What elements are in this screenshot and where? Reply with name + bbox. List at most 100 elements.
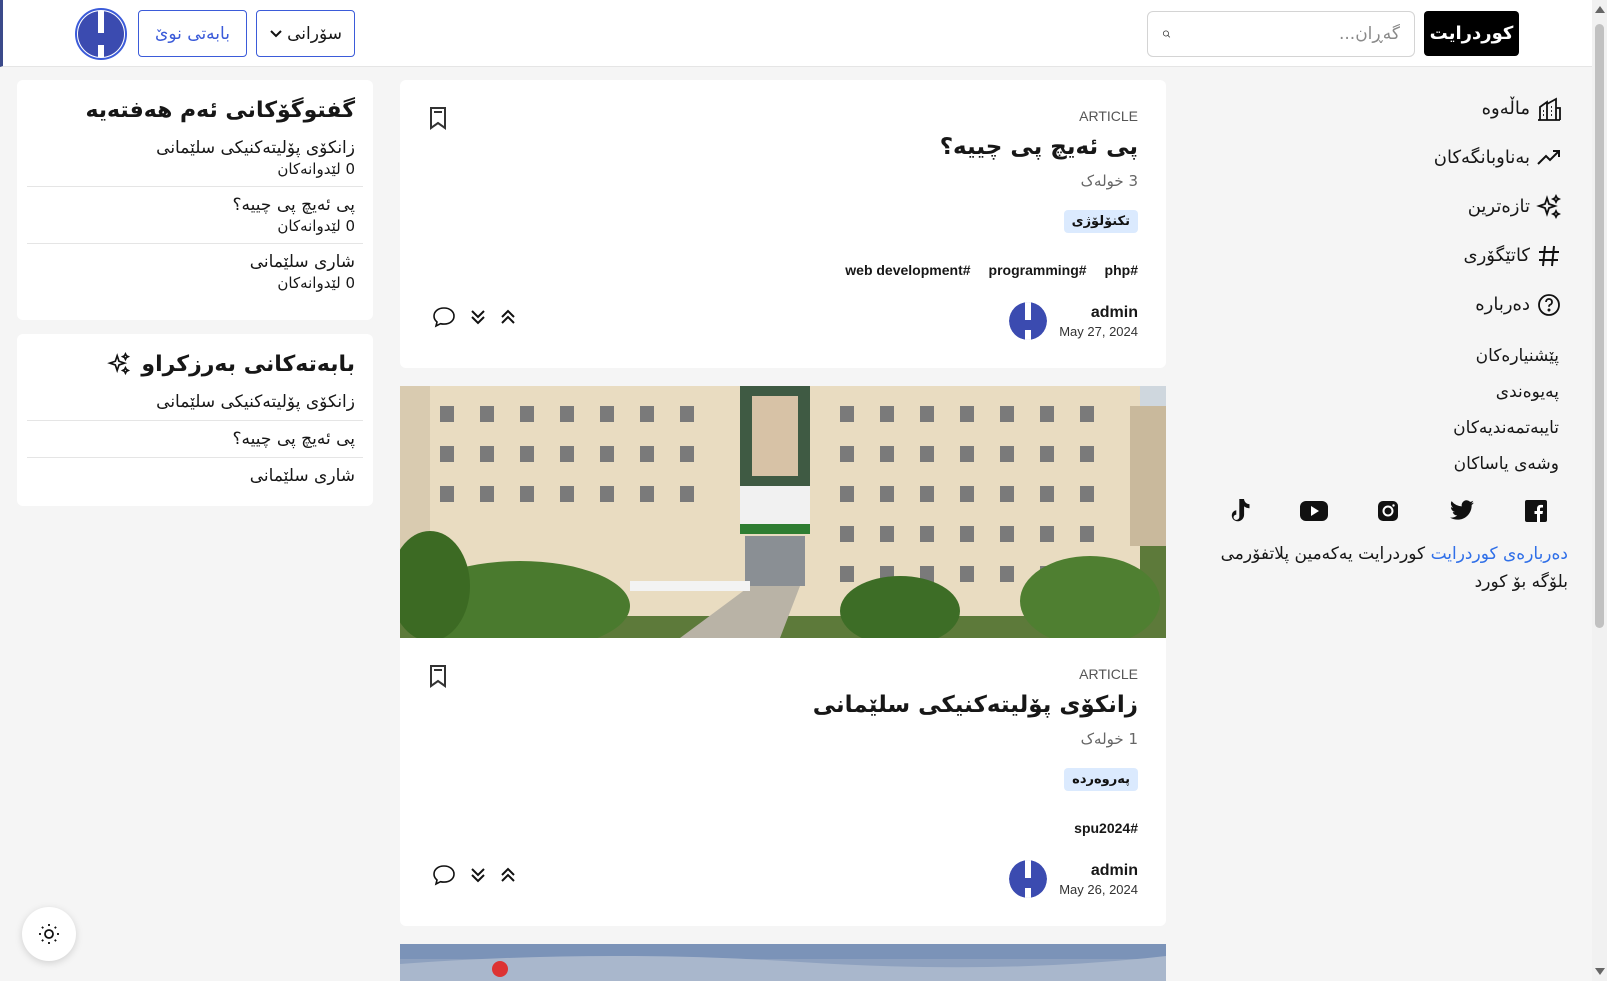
youtube-icon[interactable] — [1300, 497, 1328, 525]
featured-post-title[interactable]: پی ئەیچ پی چییە؟ — [35, 429, 355, 449]
link-contact[interactable]: پەیوەندی — [1300, 374, 1565, 410]
sidebar-item-trending[interactable]: بەناوبانگەکان — [1200, 133, 1570, 182]
tiktok-icon[interactable] — [1226, 497, 1254, 525]
search-icon — [1162, 30, 1171, 38]
list-item[interactable]: پی ئەیچ پی چییە؟ — [27, 421, 363, 458]
featured-post-title[interactable]: شاری سلێمانی — [35, 466, 355, 486]
comment-icon[interactable] — [432, 864, 456, 886]
top-header: کوردرایت سۆرانی بابەتی نوێ — [0, 0, 1592, 67]
user-avatar[interactable] — [75, 8, 127, 60]
footer-links: پێشنیارەکان پەیوەندی تایبەتمەندیەکان وشە… — [1300, 338, 1565, 482]
link-terms[interactable]: وشەی یاساکان — [1300, 446, 1565, 482]
bookmark-icon[interactable] — [428, 106, 448, 130]
list-item[interactable]: پی ئەیچ پی چییە؟ 0 لێدوانەکان — [27, 187, 363, 244]
post-date: May 26, 2024 — [1059, 881, 1138, 897]
page-scrollbar[interactable] — [1592, 0, 1607, 981]
social-links — [1210, 491, 1566, 531]
post-tag[interactable]: php# — [1105, 262, 1138, 278]
list-item[interactable]: زانکۆی پۆلیتەکنیکی سلێمانی — [27, 384, 363, 421]
search-box[interactable] — [1147, 11, 1415, 57]
post-tag[interactable]: web development# — [845, 262, 970, 278]
post-tag[interactable]: programming# — [989, 262, 1087, 278]
chevron-down-icon — [270, 29, 282, 37]
author-name[interactable]: admin — [1059, 862, 1138, 880]
building-photo — [400, 386, 1166, 638]
avatar-logo-icon — [78, 11, 124, 57]
list-item[interactable]: شاری سلێمانی 0 لێدوانەکان — [27, 244, 363, 300]
scroll-up-arrow-icon[interactable] — [1595, 6, 1605, 13]
sidebar-item-label: دەربارە — [1475, 294, 1530, 315]
twitter-icon[interactable] — [1448, 497, 1476, 525]
link-suggestions[interactable]: پێشنیارەکان — [1300, 338, 1565, 374]
sidebar-item-label: بەناوبانگەکان — [1433, 147, 1530, 168]
scrollbar-thumb[interactable] — [1595, 24, 1604, 628]
sidebar-item-category[interactable]: کاتێگۆری — [1200, 231, 1570, 280]
about-blurb: دەربارەی کوردرایت کوردرایت یەکەمین پلاتف… — [1212, 540, 1568, 596]
upvote-icon[interactable] — [500, 866, 516, 884]
search-input[interactable] — [1181, 24, 1400, 44]
instagram-icon[interactable] — [1374, 497, 1402, 525]
theme-toggle-button[interactable] — [22, 907, 76, 961]
post-tags: web development# programming# php# — [845, 262, 1138, 278]
brand-logo-button[interactable]: کوردرایت — [1424, 11, 1519, 56]
upvote-icon[interactable] — [500, 308, 516, 326]
downvote-icon[interactable] — [470, 866, 486, 884]
link-features[interactable]: تایبەتمەندیەکان — [1300, 410, 1565, 446]
post-card[interactable]: ARTICLE زانکۆی پۆلیتەکنیکی سلێمانی 1 خول… — [400, 638, 1166, 926]
post-type-label: ARTICLE — [1079, 108, 1138, 124]
sidebar-item-home[interactable]: ماڵەوە — [1200, 84, 1570, 133]
city-aerial-photo — [400, 944, 1166, 981]
sidebar-item-about[interactable]: دەربارە — [1200, 280, 1570, 329]
list-item[interactable]: زانکۆی پۆلیتەکنیکی سلێمانی 0 لێدوانەکان — [27, 130, 363, 187]
widget-title: گفتوگۆکانی ئەم هەفتەیە — [85, 97, 355, 123]
author-avatar[interactable] — [1009, 302, 1048, 340]
language-selected-label: سۆرانی — [287, 23, 342, 44]
comment-icon[interactable] — [432, 306, 456, 328]
scroll-down-arrow-icon[interactable] — [1595, 968, 1605, 975]
post-author[interactable]: admin May 26, 2024 — [1009, 860, 1138, 898]
about-link[interactable]: دەربارەی کوردرایت — [1431, 544, 1568, 564]
sidebar-nav: ماڵەوە بەناوبانگەکان تازەترین کاتێگۆری د… — [1200, 84, 1570, 329]
discussion-comment-count: 0 لێدوانەکان — [277, 274, 355, 292]
language-select[interactable]: سۆرانی — [256, 10, 355, 57]
sidebar-item-label: کاتێگۆری — [1463, 245, 1530, 266]
sidebar-item-label: تازەترین — [1467, 196, 1530, 217]
sidebar-item-latest[interactable]: تازەترین — [1200, 182, 1570, 231]
new-post-button[interactable]: بابەتی نوێ — [138, 10, 247, 57]
post-card[interactable]: ARTICLE پی ئەیچ پی چییە؟ 3 خولەک تکنۆلۆژ… — [400, 80, 1166, 368]
featured-post-title[interactable]: زانکۆی پۆلیتەکنیکی سلێمانی — [35, 392, 355, 412]
discussion-title[interactable]: زانکۆی پۆلیتەکنیکی سلێمانی — [35, 138, 355, 158]
post-cover-image[interactable] — [400, 386, 1166, 638]
help-icon — [1538, 293, 1560, 316]
sidebar-item-label: ماڵەوە — [1481, 98, 1530, 119]
discussion-comment-count: 0 لێدوانەکان — [277, 217, 355, 235]
post-title[interactable]: پی ئەیچ پی چییە؟ — [940, 134, 1138, 160]
post-cover-image[interactable] — [400, 944, 1166, 981]
author-avatar[interactable] — [1009, 860, 1048, 898]
author-name[interactable]: admin — [1059, 304, 1138, 322]
post-read-time: 3 خولەک — [1080, 172, 1138, 190]
list-item[interactable]: شاری سلێمانی — [27, 458, 363, 494]
sparkles-icon — [1536, 193, 1562, 219]
post-actions — [432, 864, 516, 886]
post-date: May 27, 2024 — [1059, 323, 1138, 339]
sun-icon — [39, 924, 59, 944]
widget-header: بابەتەکانی بەرزکراو — [27, 344, 363, 384]
downvote-icon[interactable] — [470, 308, 486, 326]
bookmark-icon[interactable] — [428, 664, 448, 688]
widget-title: بابەتەکانی بەرزکراو — [141, 351, 355, 377]
hash-icon — [1539, 245, 1559, 266]
discussion-title[interactable]: شاری سلێمانی — [35, 252, 355, 272]
post-category-badge[interactable]: پەروەردە — [1064, 768, 1138, 791]
sparkles-icon — [107, 352, 131, 376]
discussion-title[interactable]: پی ئەیچ پی چییە؟ — [35, 195, 355, 215]
post-actions — [432, 306, 516, 328]
post-author[interactable]: admin May 27, 2024 — [1009, 302, 1138, 340]
facebook-icon[interactable] — [1522, 497, 1550, 525]
post-tags: spu2024# — [1074, 820, 1138, 836]
post-tag[interactable]: spu2024# — [1074, 820, 1138, 836]
trending-icon — [1537, 149, 1560, 165]
post-read-time: 1 خولەک — [1080, 730, 1138, 748]
post-title[interactable]: زانکۆی پۆلیتەکنیکی سلێمانی — [813, 692, 1138, 718]
post-category-badge[interactable]: تکنۆلۆژی — [1063, 210, 1138, 233]
